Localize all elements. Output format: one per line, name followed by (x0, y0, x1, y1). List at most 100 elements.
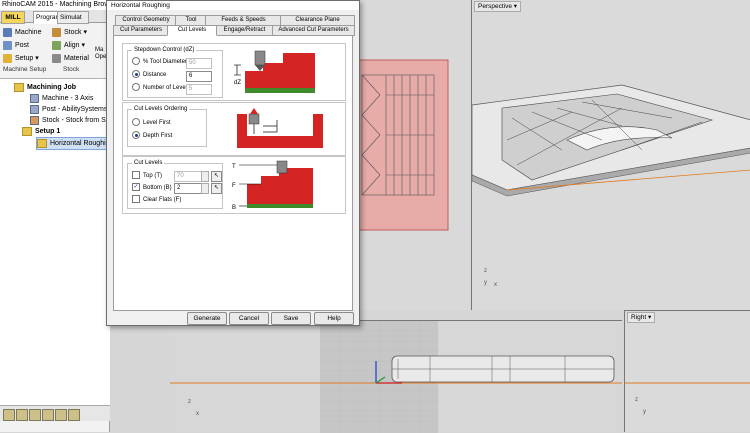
top-spinner[interactable] (201, 171, 209, 182)
machining-browser: RhinoCAM 2015 - Machining Browser MILL P… (0, 0, 115, 432)
save-button[interactable]: Save (271, 312, 311, 325)
post-node-icon (30, 104, 39, 114)
stock-icon (52, 27, 61, 37)
bottom-field[interactable]: 2 (174, 183, 204, 194)
distance-field[interactable]: 6 (186, 71, 212, 82)
percent-tool-field[interactable]: 50 (186, 58, 212, 69)
front-axis-x: x (196, 411, 199, 417)
bottom-spinner[interactable] (201, 183, 209, 194)
horizontal-roughing-dialog: Horizontal Roughing Control Geometry Too… (106, 0, 360, 326)
material-label: Material (64, 55, 89, 62)
cancel-button[interactable]: Cancel (229, 312, 269, 325)
right-axis-z: z (635, 397, 638, 403)
tool-icon[interactable] (55, 409, 67, 421)
stock-node-icon (30, 115, 39, 125)
radio-button[interactable] (132, 118, 140, 127)
ordering-section: Cut Levels Ordering Level First Depth Fi… (122, 102, 346, 156)
generate-button[interactable]: Generate (187, 312, 227, 325)
group-stock: Stock (63, 66, 80, 73)
cut-levels-title: Cut Levels (132, 159, 165, 167)
radio-button[interactable] (132, 131, 140, 140)
t-label: T (232, 164, 236, 170)
persp-axis-z: z (484, 268, 487, 274)
ordering-group: Cut Levels Ordering Level First Depth Fi… (127, 105, 207, 147)
checkbox[interactable]: ✓ (132, 183, 140, 192)
post-button[interactable]: Post (3, 40, 29, 52)
tree-machining-job[interactable]: Machining Job (14, 82, 76, 93)
browser-tabstrip: MILL Program Simulat (0, 10, 110, 24)
stock-button[interactable]: Stock ▾ (52, 27, 87, 39)
tool-icon[interactable] (3, 409, 15, 421)
cut-levels-panel: Stepdown Control (dZ) % Tool Diameter Di… (113, 35, 353, 311)
post-icon (3, 40, 12, 50)
align-icon (52, 40, 61, 50)
radio-number-of-levels[interactable]: Number of Levels (132, 83, 190, 93)
right-viewport[interactable]: Right ▾ z y (624, 310, 750, 432)
machine-node-icon (30, 93, 39, 103)
perspective-viewport[interactable]: Perspective ▾ z y x (471, 0, 750, 310)
front-view-drawing (170, 321, 622, 433)
radio-button[interactable] (132, 83, 140, 92)
cut-levels-illustration: T F B (232, 160, 313, 210)
radio-depth-first[interactable]: Depth First (132, 131, 172, 141)
help-button[interactable]: Help (314, 312, 354, 325)
front-viewport[interactable]: z x (170, 320, 622, 433)
tool-icon[interactable] (68, 409, 80, 421)
tab-simulate[interactable]: Simulat (57, 11, 89, 24)
align-button[interactable]: Align ▾ (52, 40, 85, 52)
setup-button[interactable]: Setup ▾ (3, 53, 39, 65)
radio-percent-tool[interactable]: % Tool Diameter (132, 57, 187, 67)
folder-icon (22, 126, 32, 136)
tab-mill[interactable]: MILL (1, 11, 25, 24)
radio-button[interactable] (132, 70, 140, 79)
checkbox[interactable] (132, 195, 140, 204)
tree-setup[interactable]: Setup 1 (22, 126, 60, 137)
browser-title: RhinoCAM 2015 - Machining Browser (0, 0, 110, 10)
tree-machine[interactable]: Machine - 3 Axis (30, 93, 93, 104)
clear-flats-checkbox[interactable]: Clear Flats (F) (132, 195, 181, 205)
levels-field[interactable]: 5 (186, 84, 212, 95)
operations-tree: Machining Job Machine - 3 Axis Post - Ab… (0, 78, 115, 408)
tab-cut-levels[interactable]: Cut Levels (167, 25, 217, 36)
top-checkbox[interactable]: Top (T) (132, 171, 162, 181)
persp-axis-y: y (484, 280, 487, 286)
machine-icon (3, 27, 12, 37)
radio-level-first[interactable]: Level First (132, 118, 171, 128)
tool-icon[interactable] (29, 409, 41, 421)
tree-post[interactable]: Post - AbilitySystems (30, 104, 107, 115)
tool-icon[interactable] (16, 409, 28, 421)
persp-axis-x: x (494, 282, 497, 288)
folder-icon (14, 82, 24, 92)
setup-label: Setup (15, 55, 34, 62)
b-label: B (232, 205, 236, 210)
setup-icon (3, 53, 12, 63)
cut-levels-section: Cut Levels Top (T) ✓ Bottom (B) Clear Fla… (122, 156, 346, 214)
dz-label: dZ (234, 80, 241, 86)
stepdown-section: Stepdown Control (dZ) % Tool Diameter Di… (122, 43, 346, 101)
f-label: F (232, 183, 236, 189)
dialog-title: Horizontal Roughing (107, 1, 359, 10)
material-button[interactable]: Material (52, 53, 89, 65)
tree-stock[interactable]: Stock - Stock from Sele (30, 115, 115, 126)
radio-distance[interactable]: Distance (132, 70, 166, 80)
pick-bottom-button[interactable]: ↖ (211, 183, 222, 194)
folder-icon (37, 138, 47, 148)
ribbon-overflow[interactable]: Ma Ope (95, 47, 106, 63)
ordering-illustration (237, 108, 323, 148)
tool-icon[interactable] (42, 409, 54, 421)
group-machine-setup: Machine Setup (3, 66, 47, 73)
tree-operation[interactable]: Horizontal Roughin (36, 137, 113, 150)
cut-levels-group: Cut Levels Top (T) ✓ Bottom (B) Clear Fla… (127, 159, 223, 209)
stepdown-illustration: dZ (234, 50, 315, 93)
checkbox[interactable] (132, 171, 140, 180)
top-field[interactable]: 70 (174, 171, 204, 182)
radio-button[interactable] (132, 57, 140, 66)
pick-top-button[interactable]: ↖ (211, 171, 222, 182)
material-icon (52, 53, 61, 63)
stepdown-title: Stepdown Control (dZ) (132, 46, 197, 54)
front-axis-z: z (188, 399, 191, 405)
browser-bottom-toolbar (0, 405, 110, 421)
machine-button[interactable]: Machine (3, 27, 41, 39)
bottom-checkbox[interactable]: ✓ Bottom (B) (132, 183, 172, 193)
stepdown-group: Stepdown Control (dZ) % Tool Diameter Di… (127, 46, 223, 98)
